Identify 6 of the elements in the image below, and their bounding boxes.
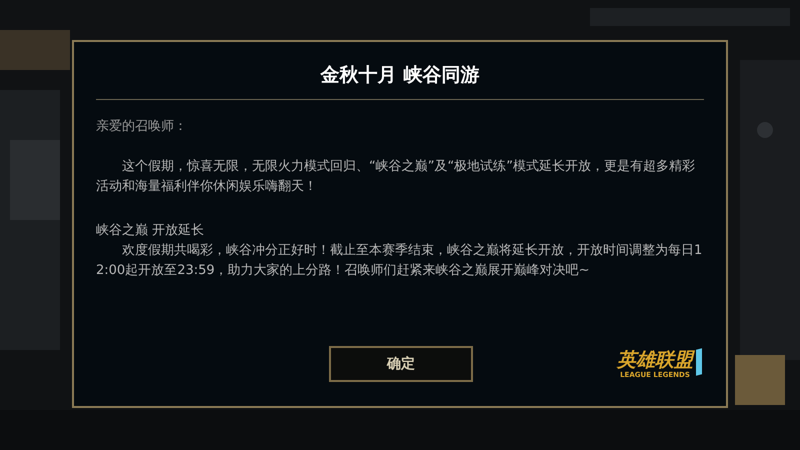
section-heading: 峡谷之巅 开放延长 (96, 222, 204, 240)
greeting-text: 亲爱的召唤师： (96, 118, 187, 136)
confirm-button[interactable]: 确定 (329, 346, 473, 382)
body-paragraph: 欢度假期共喝彩，峡谷冲分正好时！截止至本赛季结束，峡谷之巅将延长开放，开放时间调整为每日12:00起开放至23:59，助力大家的上分路！召唤师们赶紧来峡谷之巅展开巅峰对决吧~ (96, 242, 704, 280)
body-paragraph: 这个假期，惊喜无限，无限火力模式回归、“峡谷之巅”及“极地试练”模式延长开放，更是有超多精彩活动和海量福利伴你休闲娱乐嗨翻天！ (96, 158, 696, 196)
dialog-title: 金秋十月 峡谷同游 (319, 63, 480, 88)
